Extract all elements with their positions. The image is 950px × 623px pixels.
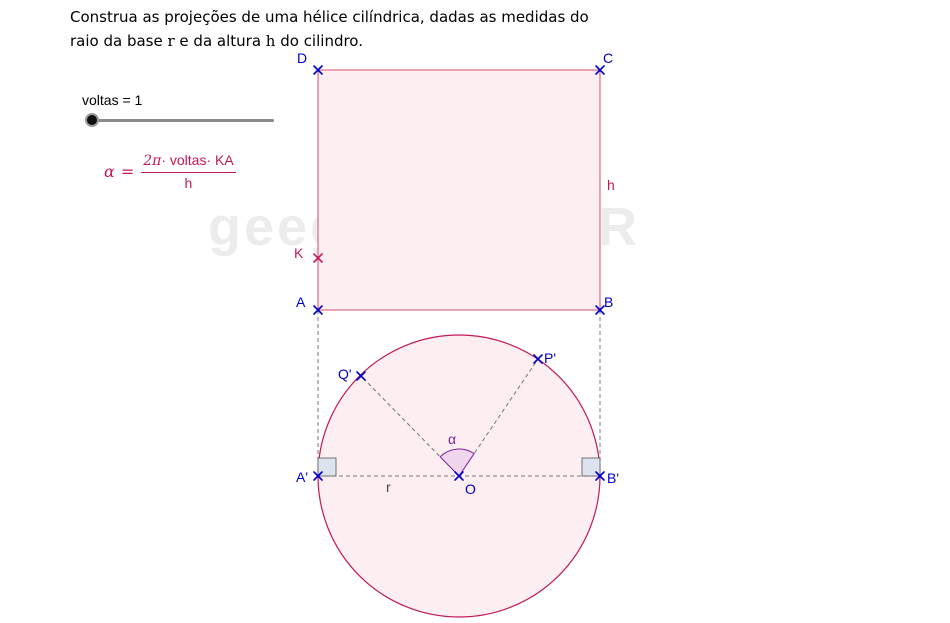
label-alpha: α xyxy=(448,431,456,447)
label-a: A xyxy=(296,294,306,310)
label-d: D xyxy=(297,50,307,66)
rectangle-abcd xyxy=(317,69,601,311)
label-r: r xyxy=(386,479,391,495)
label-pprime: P' xyxy=(544,350,556,366)
label-qprime: Q' xyxy=(338,366,352,382)
label-k: K xyxy=(294,245,304,261)
label-b: B xyxy=(604,294,613,310)
projection-figure: D C A B A' B' O P' Q' K h r α xyxy=(294,50,619,618)
label-h: h xyxy=(607,177,615,193)
label-bprime: B' xyxy=(607,470,619,486)
label-o: O xyxy=(465,481,476,497)
label-c: C xyxy=(603,50,613,66)
label-aprime: A' xyxy=(296,469,308,485)
